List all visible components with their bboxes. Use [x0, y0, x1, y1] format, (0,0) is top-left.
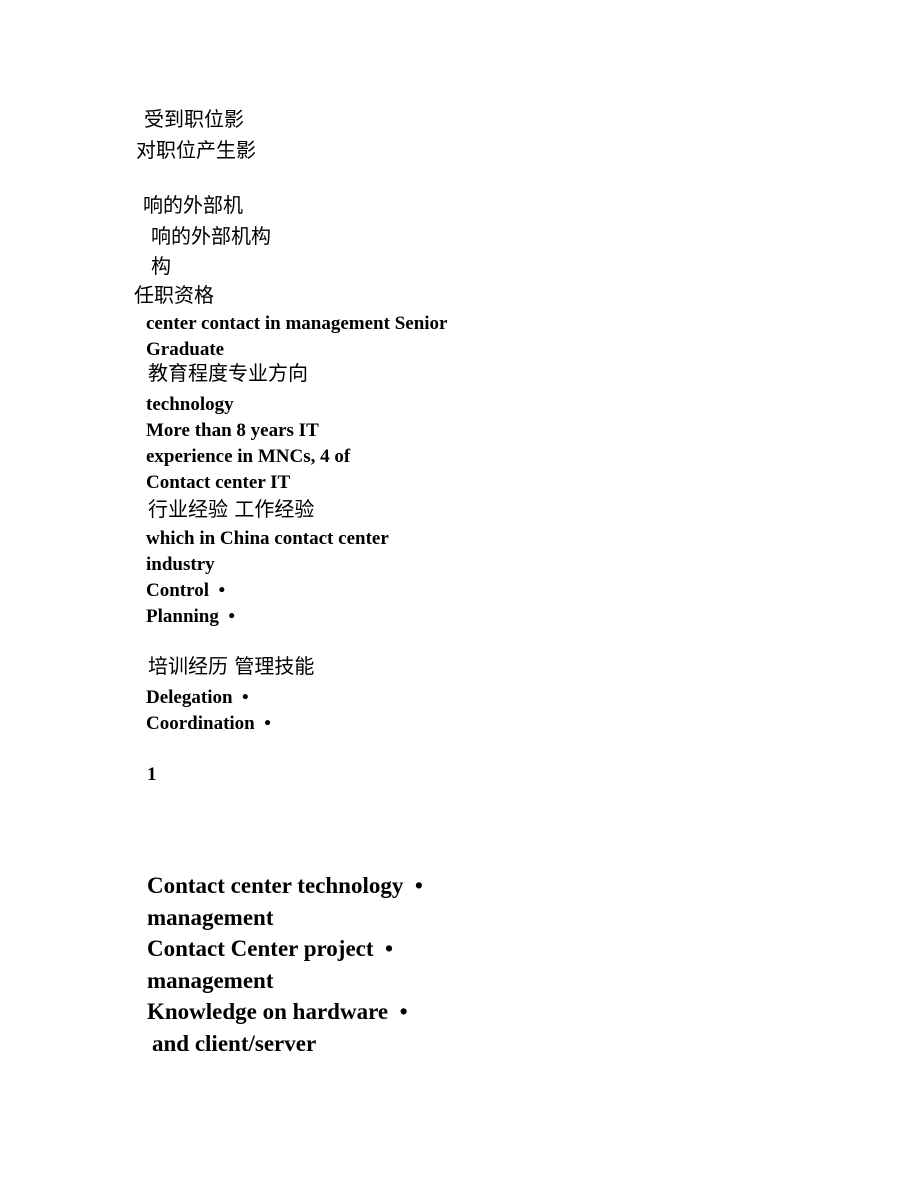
- text-line: Control •: [146, 580, 226, 601]
- page-number: 1: [147, 764, 157, 785]
- text-line: Graduate: [146, 339, 225, 360]
- text-line: Delegation •: [146, 687, 249, 708]
- document-page: 受到职位影对职位产生影 响的外部机响的外部机构构任职资格 center contac…: [0, 0, 920, 1191]
- text-line: management: [147, 968, 274, 993]
- text-line: Knowledge on hardware •: [147, 999, 408, 1024]
- text-line: Planning •: [146, 606, 236, 627]
- text-line: 任职资格: [134, 283, 214, 307]
- text-line: 教育程度专业方向: [148, 361, 308, 385]
- text-line: 行业经验 工作经验: [148, 497, 315, 521]
- text-line: 培训经历 管理技能: [148, 654, 315, 678]
- text-line: 响的外部机构: [151, 224, 271, 248]
- text-line: Contact Center project •: [147, 936, 394, 961]
- text-line: and client/server: [152, 1031, 317, 1056]
- text-line: center contact in management Senior: [146, 313, 448, 334]
- text-line: Contact center technology •: [147, 873, 423, 898]
- text-line: which in China contact center: [146, 528, 389, 549]
- text-line: experience in MNCs, 4 of: [146, 446, 351, 467]
- text-line: management: [147, 905, 274, 930]
- text-line: Coordination •: [146, 713, 271, 734]
- text-line: technology: [146, 394, 234, 415]
- text-line: Contact center IT: [146, 472, 291, 493]
- text-line: industry: [146, 554, 215, 575]
- text-line: 对职位产生影: [136, 138, 256, 162]
- text-line: 受到职位影: [144, 107, 244, 131]
- text-line: 构: [151, 254, 171, 278]
- text-line: 响的外部机: [143, 193, 243, 217]
- text-line: More than 8 years IT: [146, 420, 319, 441]
